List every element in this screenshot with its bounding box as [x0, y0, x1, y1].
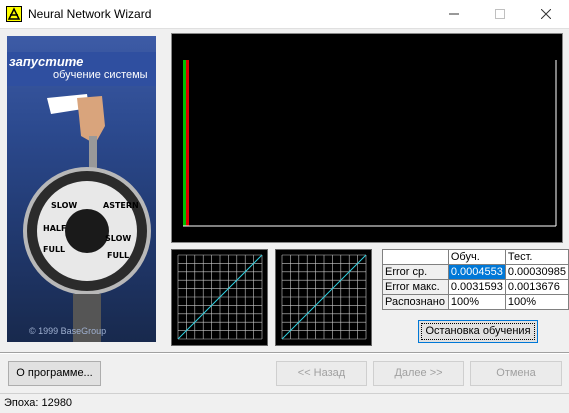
next-button[interactable]: Далее >> — [373, 361, 464, 386]
separator-highlight — [0, 353, 569, 354]
test-scatter-svg — [281, 254, 367, 340]
train-scatter-plot — [171, 249, 268, 346]
back-button[interactable]: << Назад — [276, 361, 367, 386]
about-button[interactable]: О программе... — [8, 361, 101, 386]
svg-text:SLOW: SLOW — [51, 201, 77, 210]
table-row: Распознано 100% 100% — [382, 294, 569, 310]
row-label: Error макс. — [382, 279, 449, 295]
svg-text:FULL: FULL — [107, 251, 129, 260]
minimize-button[interactable] — [431, 0, 477, 28]
header-train: Обуч. — [447, 249, 506, 265]
training-error-plot — [183, 60, 557, 227]
next-label: Далее >> — [394, 367, 443, 379]
close-button[interactable] — [523, 0, 569, 28]
app-icon — [6, 6, 22, 22]
table-header-row: Обуч. Тест. — [382, 249, 569, 265]
cell-test[interactable]: 0.00030985 — [504, 264, 569, 280]
cancel-label: Отмена — [496, 367, 536, 379]
svg-text:FULL: FULL — [43, 245, 65, 254]
minimize-icon — [449, 13, 459, 15]
window-title: Neural Network Wizard — [28, 7, 152, 21]
epoch-counter: Эпоха: 12980 — [4, 397, 73, 409]
header-empty — [382, 249, 449, 265]
table-row: Error ср. 0.0004553 0.00030985 — [382, 264, 569, 280]
error-stats-table: Обуч. Тест. Error ср. 0.0004553 0.000309… — [382, 249, 569, 310]
maximize-icon — [495, 9, 505, 19]
wizard-side-image: запустите обучение системы SLOW HALF FUL… — [7, 36, 156, 342]
stop-training-button[interactable]: Остановка обучения — [418, 320, 538, 343]
side-copyright: © 1999 BaseGroup — [29, 326, 107, 336]
header-test: Тест. — [504, 249, 569, 265]
cell-test[interactable]: 0.0013676 — [504, 279, 569, 295]
training-error-graph — [171, 33, 563, 243]
row-label: Error ср. — [382, 264, 449, 280]
cancel-button[interactable]: Отмена — [470, 361, 562, 386]
svg-text:SLOW: SLOW — [105, 234, 131, 243]
cell-train[interactable]: 100% — [447, 294, 506, 310]
row-label: Распознано — [382, 294, 449, 310]
title-bar: Neural Network Wizard — [0, 0, 569, 29]
bar-red — [186, 60, 189, 226]
maximize-button[interactable] — [477, 0, 523, 28]
close-icon — [541, 9, 551, 19]
cell-train[interactable]: 0.0004553 — [447, 264, 506, 280]
telegraph-illustration: SLOW HALF FULL ASTERN SLOW FULL — [23, 94, 151, 342]
focus-rect — [421, 323, 535, 340]
back-label: << Назад — [297, 367, 346, 379]
table-row: Error макс. 0.0031593 0.0013676 — [382, 279, 569, 295]
bar-green — [183, 60, 186, 226]
about-label: О программе... — [16, 367, 93, 379]
cell-test[interactable]: 100% — [504, 294, 569, 310]
cell-train[interactable]: 0.0031593 — [447, 279, 506, 295]
svg-text:ASTERN: ASTERN — [103, 201, 139, 210]
train-scatter-svg — [177, 254, 263, 340]
status-bar: Эпоха: 12980 — [0, 393, 569, 413]
svg-text:HALF: HALF — [43, 224, 66, 233]
test-scatter-plot — [275, 249, 372, 346]
